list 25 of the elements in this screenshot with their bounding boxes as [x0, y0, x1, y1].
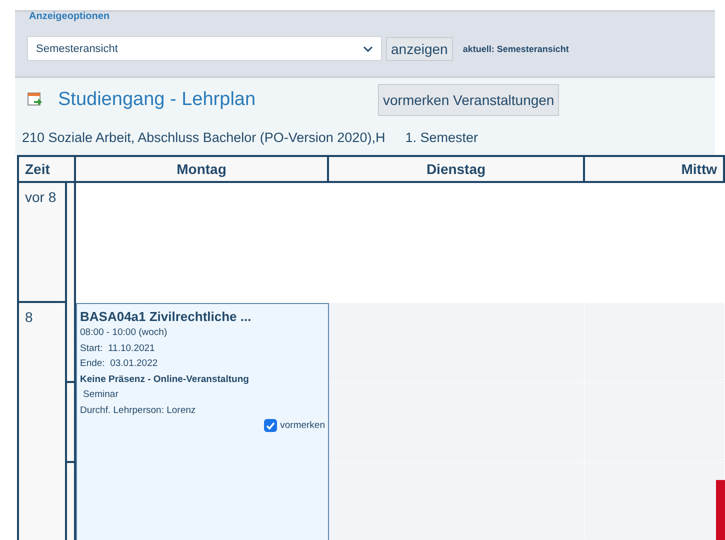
end-date: Ende: 03.01.2022	[80, 357, 159, 371]
course-time: 08:00 - 10:00 (woch)	[80, 326, 168, 340]
column-header: Dienstag	[329, 157, 585, 183]
bookmark-courses-button[interactable]: vormerken Veranstaltungen	[378, 84, 560, 116]
course-title: BASA04a1 Zivilrechtliche ...	[80, 309, 252, 325]
program-name: 210 Soziale Arbeit, Abschluss Bachelor (PO-Version 2020),H	[22, 130, 386, 145]
lecturer: Durchf. Lehrperson: Lorenz	[80, 404, 197, 418]
attendance-status: Keine Präsenz - Online-Veranstaltung	[80, 372, 250, 386]
page-title: Studiengang - Lehrplan	[58, 89, 257, 111]
bookmark-checkbox[interactable]	[264, 419, 278, 432]
current-view-label: aktuell: Semesteransicht	[462, 44, 569, 54]
column-header: Zeit	[17, 157, 76, 183]
time-cell: 8	[17, 303, 67, 540]
view-select[interactable]: Semesteransicht	[27, 36, 382, 61]
time-cell: vor 8	[17, 183, 67, 303]
show-button[interactable]: anzeigen	[386, 36, 453, 60]
column-header: Mittw	[585, 157, 725, 183]
start-date: Start: 11.10.2021	[80, 342, 156, 356]
column-header: Montag	[76, 157, 329, 183]
chevron-down-icon	[363, 46, 373, 52]
legend: Anzeigeoptionen	[27, 11, 112, 22]
bookmark-label: vormerken	[280, 419, 325, 433]
edge-marker	[716, 480, 725, 540]
course-type: Seminar	[82, 388, 120, 402]
semester-label: 1. Semester	[405, 130, 478, 145]
